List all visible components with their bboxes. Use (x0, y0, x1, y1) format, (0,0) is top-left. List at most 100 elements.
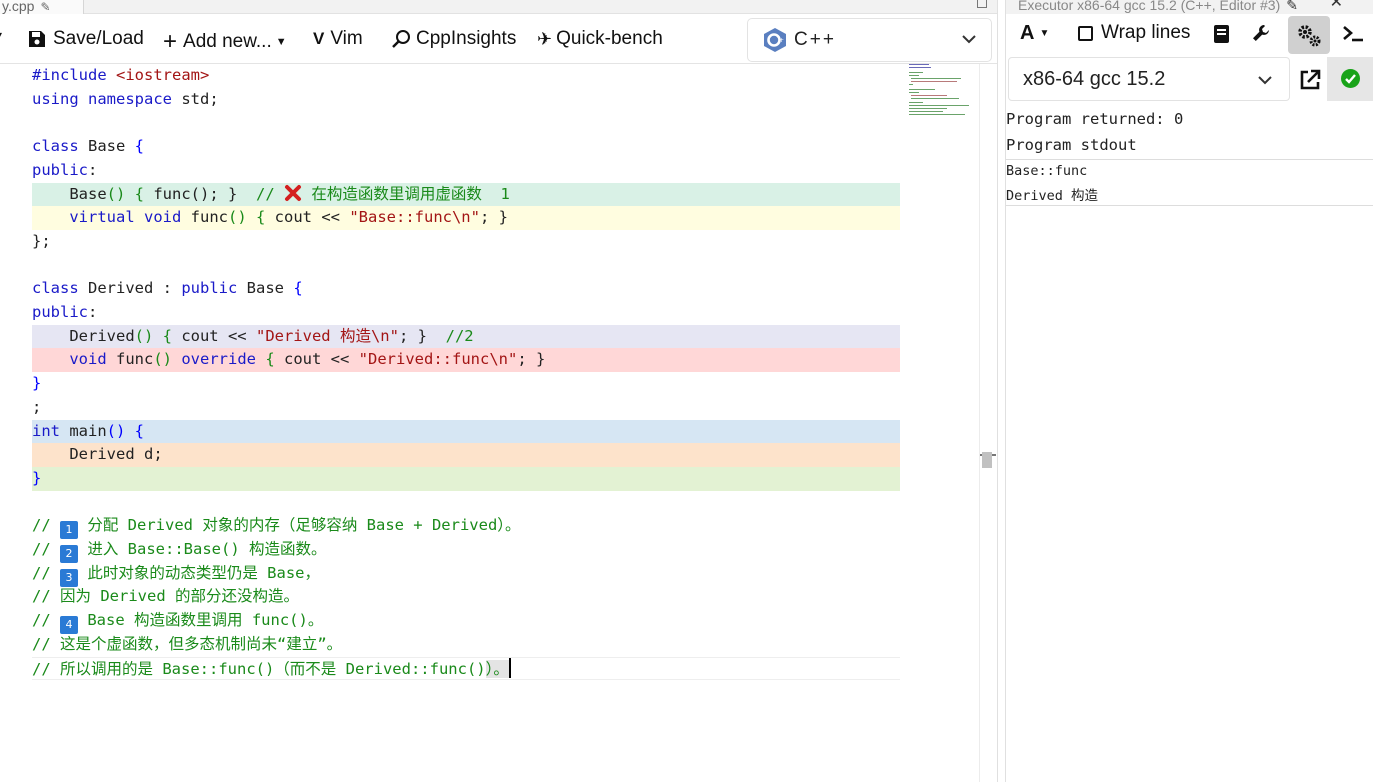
maximize-icon[interactable] (977, 0, 987, 8)
editor-tab[interactable]: y.cpp ✎ (0, 0, 84, 14)
program-returned: Program returned: 0 (1006, 110, 1184, 128)
code-token: void (134, 208, 182, 227)
code-token: cout << (265, 208, 350, 227)
code-token: func (181, 208, 228, 227)
quick-bench-button[interactable]: ✈ Quick-bench (537, 28, 663, 50)
code-line: // 3 此时对象的动态类型仍是 Base， (32, 562, 900, 587)
editor-tab-strip: y.cpp ✎ (0, 0, 997, 14)
code-token: ; } (398, 326, 427, 345)
code-line: }; (32, 230, 900, 254)
scrollbar-thumb[interactable] (982, 452, 992, 468)
compiler-explorer-window: y.cpp ✎ ▾ Save/Load + Add new... ▼ V Vim … (0, 0, 1373, 782)
keycap-3-icon: 3 (60, 568, 78, 587)
code-token: public (32, 303, 88, 321)
wrap-lines-label: Wrap lines (1101, 22, 1191, 43)
wrap-lines-toggle[interactable]: Wrap lines (1078, 22, 1190, 44)
code-line: // 4 Base 构造函数里调用 func()。 (32, 609, 900, 635)
code-line: Base() { func(); } // 在构造函数里调用虚函数 1 (32, 182, 900, 207)
cpp-logo-icon: + (764, 28, 786, 52)
code-token: // (237, 184, 284, 203)
code-line: #include <iostream> (32, 64, 900, 88)
code-token: int (32, 421, 60, 440)
save-load-button[interactable]: Save/Load (28, 28, 144, 50)
code-token: Base (237, 279, 294, 298)
red-cross-icon (285, 184, 301, 201)
code-token: #include (32, 66, 116, 84)
code-comment: // (32, 611, 60, 630)
code-line: // 这是个虚函数，但多态机制尚未“建立”。 (32, 633, 900, 657)
editor-pane: y.cpp ✎ ▾ Save/Load + Add new... ▼ V Vim … (0, 0, 997, 782)
compiler-select[interactable]: x86-64 gcc 15.2 (1008, 57, 1290, 101)
add-new-button[interactable]: + Add new... ▼ (163, 28, 287, 56)
code-token: }; (32, 231, 51, 250)
compile-status[interactable] (1327, 57, 1373, 101)
menu-chevron-icon[interactable]: ▾ (0, 28, 2, 42)
code-line: // 因为 Derived 的部分还没构造。 (32, 585, 900, 609)
language-label: C++ (794, 29, 836, 50)
compiler-options-button[interactable] (1251, 23, 1271, 43)
compiler-label: x86-64 gcc 15.2 (1023, 67, 1166, 90)
stdout-line: Base::func (1006, 163, 1088, 179)
code-line: public: (32, 159, 900, 183)
checkbox-icon (1078, 25, 1093, 41)
code-token: { (134, 137, 145, 156)
code-comment: 此时对象的动态类型仍是 Base， (78, 563, 320, 582)
vim-label: Vim (330, 28, 363, 49)
terminal-button[interactable] (1342, 23, 1364, 43)
add-new-label: Add new... (183, 31, 272, 52)
vim-button[interactable]: V Vim (313, 28, 363, 50)
code-token: Base (32, 184, 107, 203)
code-comment: 在构造函数里调用虚函数 1 (302, 184, 510, 203)
code-token: (); } (190, 184, 238, 203)
code-comment: //2 (426, 326, 474, 345)
code-line: class Derived : public Base { (32, 277, 900, 301)
code-token: { (256, 350, 275, 369)
code-token: () { (134, 326, 172, 345)
code-token: public (181, 279, 238, 298)
svg-text:+: + (779, 37, 784, 44)
code-string: "Derived 构造\n" (255, 326, 399, 345)
code-line: using namespace std; (32, 88, 900, 112)
code-editor[interactable]: #include <iostream> using namespace std;… (0, 64, 997, 782)
cppinsights-label: CppInsights (416, 28, 517, 49)
pencil-icon[interactable]: ✎ (1286, 0, 1298, 13)
matched-bracket: ）。 (485, 659, 509, 678)
code-token: std; (172, 89, 219, 108)
code-string: "Base::func\n" (349, 208, 480, 227)
font-size-button[interactable]: A ▼ (1020, 22, 1049, 45)
program-stdout-label: Program stdout (1006, 136, 1137, 154)
code-token: func (106, 350, 154, 369)
code-token: cout << (274, 350, 359, 369)
code-line: Derived() { cout << "Derived 构造\n"; } //… (32, 324, 900, 349)
language-select[interactable]: + C++ (747, 18, 992, 62)
terminal-icon (1343, 26, 1363, 42)
cppinsights-button[interactable]: CppInsights (391, 28, 516, 50)
code-line: // 2 进入 Base::Base() 构造函数。 (32, 538, 900, 563)
pane-splitter[interactable] (997, 0, 1006, 782)
code-token: cout << (171, 326, 256, 345)
code-token: () { (228, 208, 266, 227)
settings-button[interactable] (1288, 16, 1330, 54)
book-icon (1214, 25, 1229, 43)
code-token: Derived d; (32, 445, 163, 464)
success-check-icon (1341, 69, 1360, 88)
dropdown-caret-icon: ▼ (275, 36, 287, 48)
editor-minimap[interactable] (907, 64, 973, 118)
code-token: : (88, 160, 98, 179)
open-in-new-window-button[interactable] (1291, 62, 1327, 98)
code-token: ; } (479, 208, 508, 227)
save-load-label: Save/Load (53, 28, 144, 49)
output-panel-button[interactable] (1213, 24, 1231, 44)
external-link-icon (1300, 69, 1321, 90)
code-token: main (60, 421, 107, 440)
code-token: () (153, 350, 172, 369)
code-token: override (172, 350, 256, 369)
code-string: "Derived::func\n" (358, 350, 518, 369)
code-token: { (293, 279, 303, 298)
stdout-output: Base::func Derived 构造 (1006, 159, 1373, 206)
pencil-icon[interactable]: ✎ (40, 0, 50, 14)
close-icon[interactable]: ✕ (1330, 0, 1343, 11)
code-comment: Base 构造函数里调用 func()。 (78, 611, 324, 630)
editor-scrollbar[interactable] (979, 64, 997, 782)
code-line: // 1 分配 Derived 对象的内存（足够容纳 Base + Derive… (32, 514, 900, 540)
